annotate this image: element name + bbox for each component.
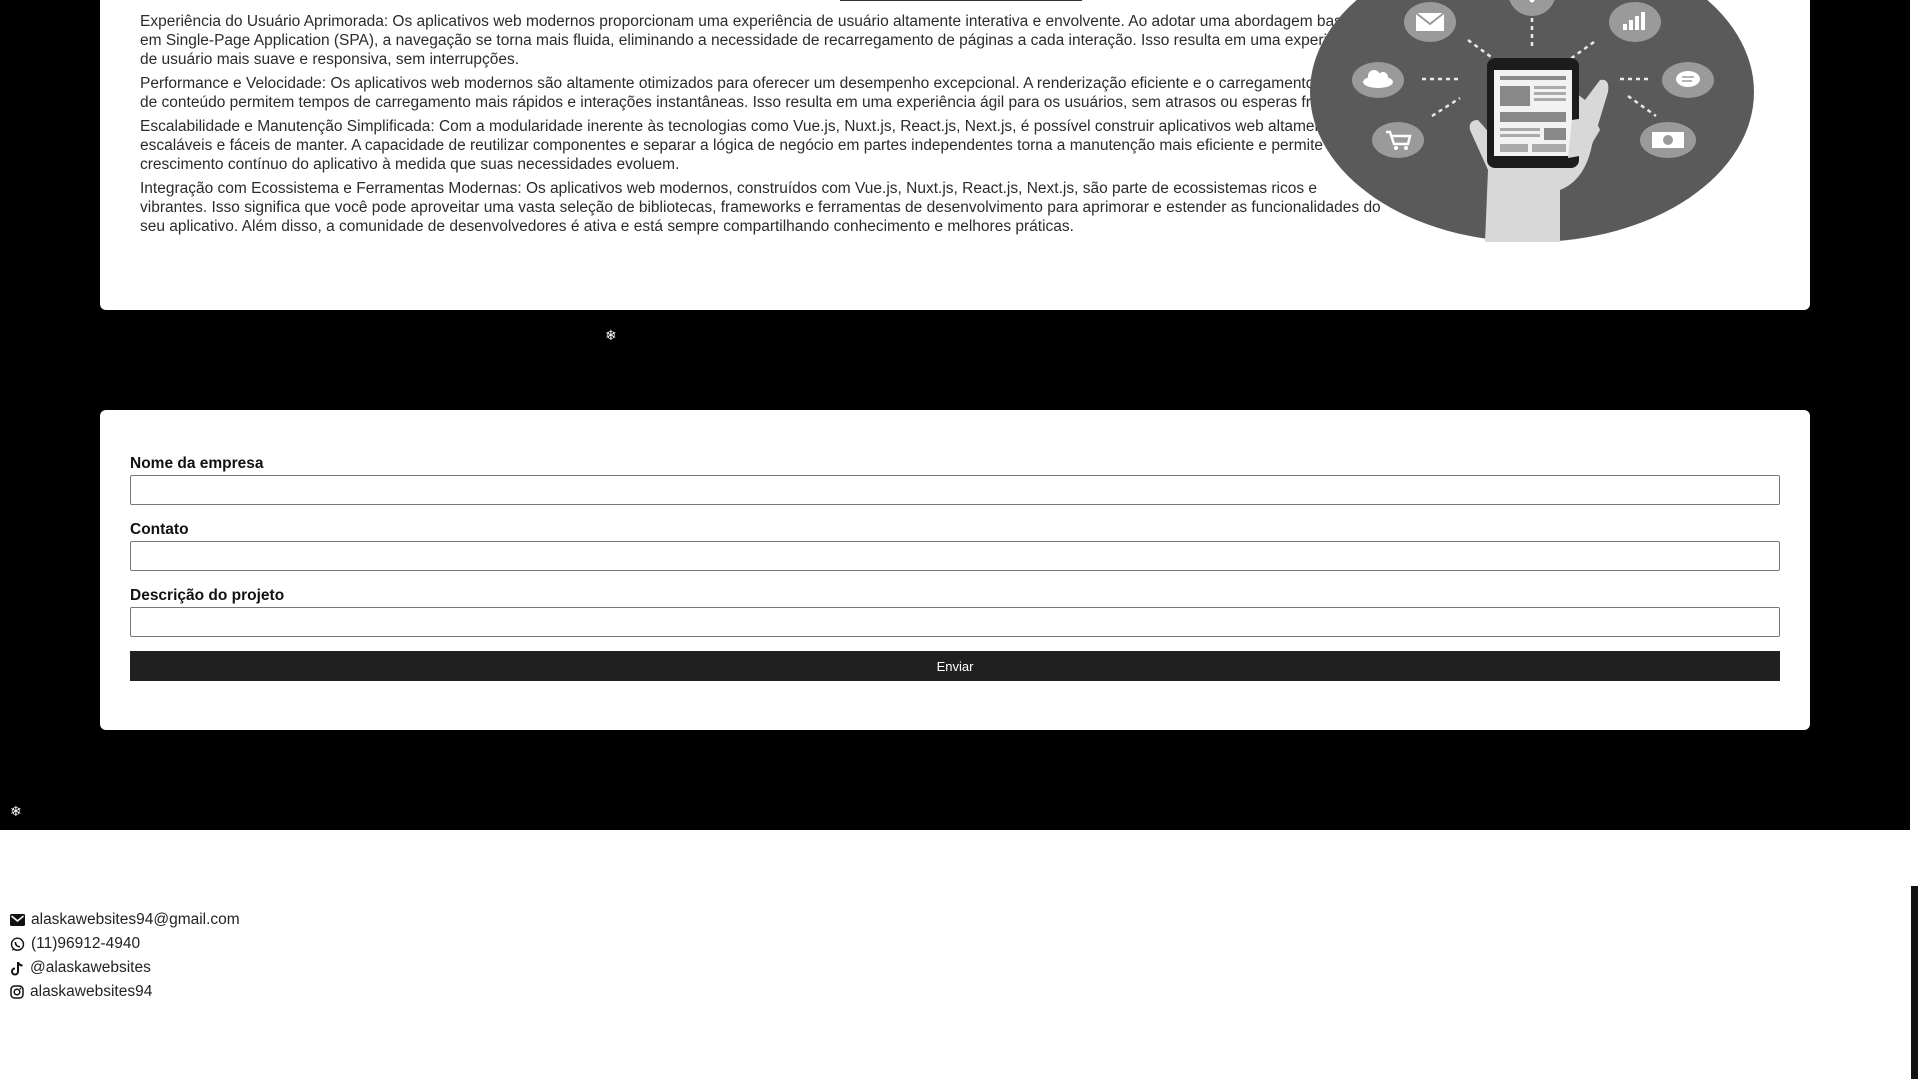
benefits-text: Experiência do Usuário Aprimorada: Os ap…: [140, 12, 1385, 241]
tiktok-text: @alaskawebsites: [30, 959, 151, 976]
money-icon: [1640, 122, 1696, 158]
snowflake-decoration: ❄: [605, 328, 617, 344]
benefits-card: Experiência do Usuário Aprimorada: Os ap…: [100, 0, 1810, 310]
mail-icon: [1404, 2, 1456, 42]
instagram-text: alaskawebsites94: [30, 983, 153, 1000]
cart-icon: [1372, 122, 1424, 158]
paragraph-scalability: Escalabilidade e Manutenção Simplificada…: [140, 118, 1337, 173]
submit-button[interactable]: Enviar: [130, 651, 1780, 681]
footer-contacts: alaskawebsites94@gmail.com (11)96912-494…: [10, 908, 240, 1004]
instagram-icon: [10, 985, 24, 999]
tiktok-row[interactable]: @alaskawebsites: [10, 956, 240, 980]
envelope-icon: [10, 914, 25, 926]
paragraph-performance: Performance e Velocidade: Os aplicativos…: [140, 75, 1381, 111]
scrollbar-thumb[interactable]: [1911, 886, 1918, 1079]
paragraph-integration: Integração com Ecossistema e Ferramentas…: [140, 180, 1381, 235]
company-input[interactable]: [130, 475, 1780, 505]
chat-icon: [1662, 62, 1714, 98]
tiktok-icon: [11, 961, 23, 975]
company-label: Nome da empresa: [130, 455, 264, 472]
description-label: Descrição do projeto: [130, 587, 285, 604]
phone-row[interactable]: (11)96912-4940: [10, 932, 240, 956]
contact-form: Nome da empresa Contato Descrição do pro…: [130, 455, 1780, 681]
mobile-apps-illustration: [1310, 0, 1754, 242]
contact-input[interactable]: [130, 541, 1780, 571]
cloud-icon: [1352, 62, 1404, 98]
whatsapp-icon: [10, 936, 25, 951]
paragraph-experience: Experiência do Usuário Aprimorada: Os ap…: [140, 13, 1377, 68]
contact-label: Contato: [130, 521, 189, 538]
contact-form-card: Nome da empresa Contato Descrição do pro…: [100, 410, 1810, 730]
phone-text: (11)96912-4940: [31, 935, 141, 952]
heading-underline: [840, 0, 1082, 1]
description-input[interactable]: [130, 607, 1780, 637]
email-text: alaskawebsites94@gmail.com: [31, 911, 240, 928]
instagram-row[interactable]: alaskawebsites94: [10, 980, 240, 1004]
bar-chart-icon: [1609, 2, 1661, 42]
email-row[interactable]: alaskawebsites94@gmail.com: [10, 908, 240, 932]
snowflake-decoration: ❄: [10, 804, 22, 820]
